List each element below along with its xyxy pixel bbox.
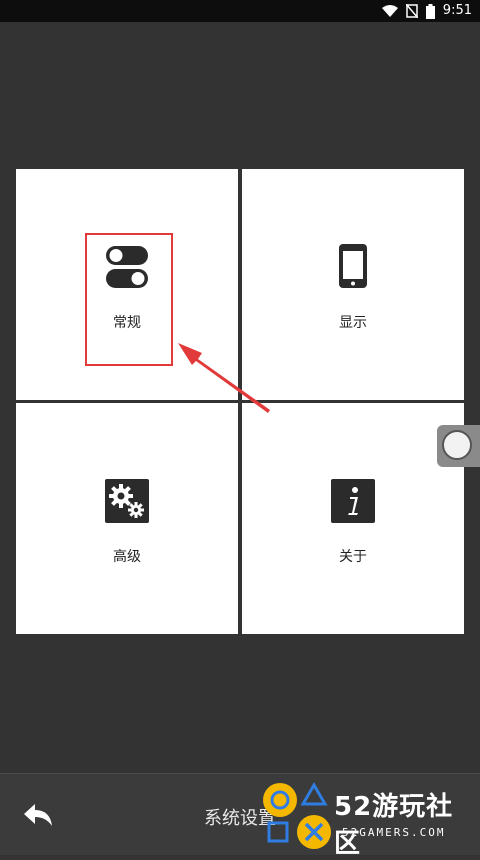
info-icon (331, 479, 375, 523)
highlight-box (85, 233, 173, 366)
tile-advanced-label: 高级 (113, 549, 141, 565)
watermark-sub: 52GAMERS.COM (342, 826, 446, 839)
controller-buttons-icon (263, 782, 331, 849)
floating-assist-button[interactable] (437, 425, 480, 467)
wifi-icon (381, 5, 398, 17)
floating-ball-icon (442, 430, 472, 460)
tile-about-label: 关于 (339, 549, 367, 565)
watermark-logo: 52游玩社区 52GAMERS.COM (262, 780, 480, 859)
status-time: 9:51 (442, 3, 472, 18)
annotation-arrow (178, 343, 270, 413)
phone-icon (339, 244, 367, 288)
battery-icon (425, 3, 435, 19)
tile-about[interactable]: 关于 (242, 403, 464, 634)
tile-display-label: 显示 (339, 315, 367, 331)
no-sim-icon (405, 4, 418, 18)
status-bar: 9:51 (0, 0, 480, 22)
watermark-brand: 52游玩社区 (334, 792, 454, 859)
tile-advanced[interactable]: 高级 (16, 403, 238, 634)
gears-icon (105, 479, 149, 523)
